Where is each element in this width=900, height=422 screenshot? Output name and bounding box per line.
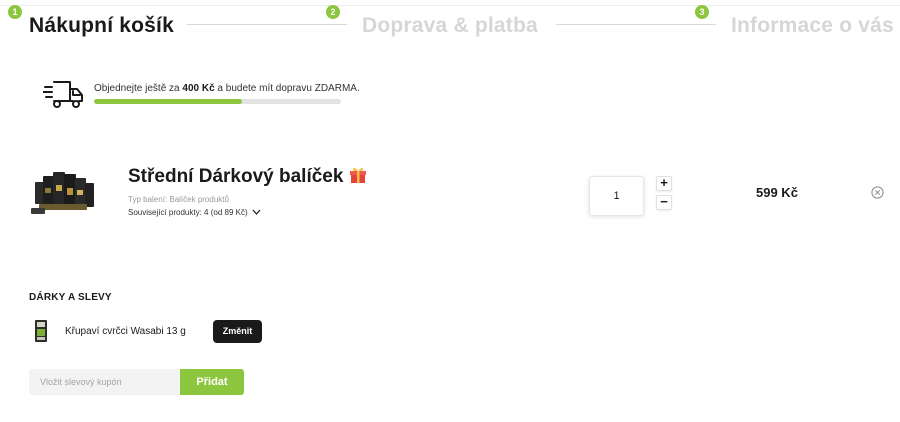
related-products-toggle[interactable]: Související produkty: 4 (od 89 Kč): [128, 208, 261, 217]
chevron-down-icon: [252, 209, 261, 215]
product-image[interactable]: [29, 168, 101, 218]
quantity-input[interactable]: 1: [589, 176, 644, 216]
gift-product-image: [35, 320, 47, 342]
delivery-truck-icon: [43, 81, 83, 108]
step-2-badge: 2: [326, 5, 340, 19]
free-shipping-progress: [94, 99, 341, 104]
free-shipping-highlight: ZDARMA: [314, 83, 357, 94]
gift-item-name: Křupaví cvrčci Wasabi 13 g: [65, 326, 186, 337]
gifts-section-title: DÁRKY A SLEVY: [29, 292, 112, 303]
item-price: 599 Kč: [756, 185, 798, 200]
free-shipping-text: Objednejte ještě za 400 Kč a budete mít …: [94, 83, 360, 94]
top-divider: [0, 5, 900, 6]
remove-item-icon[interactable]: [871, 186, 884, 199]
related-products-label: Související produkty: 4 (od 89 Kč): [128, 208, 248, 217]
quantity-increase-button[interactable]: +: [656, 176, 672, 191]
step-3-badge: 3: [695, 5, 709, 19]
product-packaging: Typ balení: Balíček produktů: [128, 195, 229, 204]
free-shipping-banner: Objednejte ještě za 400 Kč a budete mít …: [43, 78, 360, 112]
free-shipping-progress-fill: [94, 99, 243, 104]
step-connector-1: [187, 24, 347, 25]
step-connector-2: [556, 24, 716, 25]
step-3-label[interactable]: Informace o vás: [731, 14, 894, 38]
gift-icon: [350, 167, 367, 183]
step-1-badge: 1: [8, 5, 22, 19]
step-2-label[interactable]: Doprava & platba: [362, 14, 538, 38]
checkout-steps: 1 Nákupní košík 2 Doprava & platba 3 Inf…: [0, 0, 900, 50]
step-1-label[interactable]: Nákupní košík: [29, 14, 174, 38]
quantity-decrease-button[interactable]: −: [656, 195, 672, 210]
remaining-amount: 400 Kč: [182, 83, 215, 94]
product-name[interactable]: Střední Dárkový balíček: [128, 166, 367, 188]
coupon-input[interactable]: [29, 369, 180, 395]
change-gift-button[interactable]: Změnit: [213, 320, 262, 343]
apply-coupon-button[interactable]: Přidat: [180, 369, 244, 395]
